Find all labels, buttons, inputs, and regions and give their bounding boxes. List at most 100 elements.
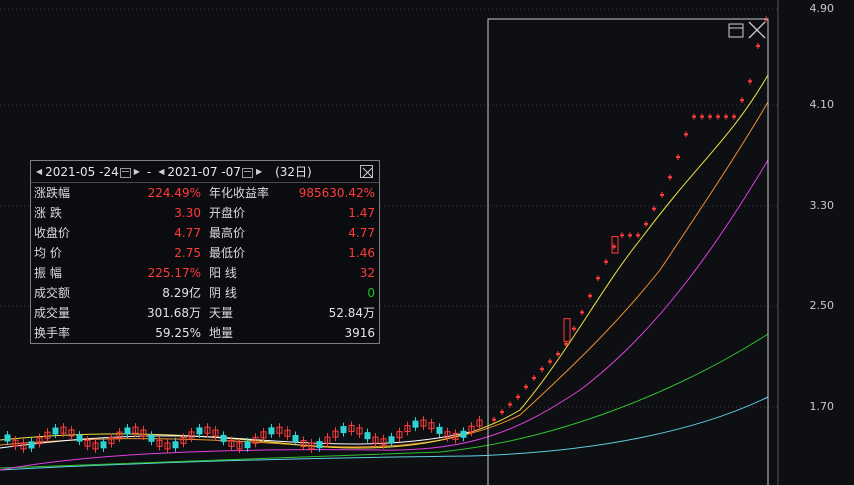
candle-body [756,44,760,47]
candle-body [580,311,584,314]
candle-body [500,411,504,414]
stat-value: 1.47 [348,206,375,220]
candle-body [636,234,640,237]
stat-label: 阴 线 [209,286,237,300]
interval-stats-panel: ◀ 2021-05 -24 ▶ - ◀ 2021-07 -07 ▶ (32日) … [30,160,380,344]
stat-label: 天量 [209,306,234,320]
candle-body [124,427,131,435]
interval-date-range: ◀ 2021-05 -24 ▶ - ◀ 2021-07 -07 ▶ (32日) [31,161,379,183]
candle-body [340,426,347,434]
stat-value: 32 [359,266,375,280]
stats-row: 均 价 2.75 最低价 1.46 [31,243,379,263]
candle-body [364,432,371,440]
candle-body [668,176,672,179]
window-restore-icon[interactable] [728,23,744,38]
stat-label: 最低价 [209,246,246,260]
candle-body [4,434,11,442]
candle-body [644,222,648,225]
stat-label: 换手率 [34,326,71,340]
stats-row: 收盘价 4.77 最高价 4.77 [31,223,379,243]
candle-body [412,420,419,428]
calendar-icon[interactable] [241,167,253,178]
candle-body [268,427,275,435]
stat-value: 0 [367,286,375,300]
stats-rows: 涨跌幅 224.49% 年化收益率 985630.42% 涨 跌 3.30 开盘价 1.47 收… [31,183,379,343]
stat-label: 成交额 [34,286,71,300]
candle-body [28,441,35,449]
stat-label: 年化收益率 [209,186,270,200]
stat-value: 3916 [344,326,375,340]
day-count: (32日) [275,165,312,179]
candle-body [436,426,443,434]
close-x-icon[interactable] [748,21,766,39]
candle-body [716,115,720,118]
candle-body [563,318,571,342]
candle-body [460,430,467,438]
stat-value: 8.29亿 [162,286,201,300]
start-date-field[interactable]: 2021-05 -24 [45,165,119,179]
stat-value: 2.75 [174,246,201,260]
price-tick-1-70: 1.70 [809,400,835,413]
candle-body [611,236,619,254]
stat-value: 4.77 [348,226,375,240]
candle-body [724,115,728,118]
stat-value: 985630.42% [298,186,375,200]
stat-value: 59.25% [155,326,201,340]
price-tick-2-50: 2.50 [809,299,835,312]
candle-body [52,427,59,435]
calendar-icon[interactable] [119,167,131,178]
candle-body [388,436,395,444]
candle-body [612,245,616,248]
candle-body [588,294,592,297]
candle-body [532,376,536,379]
candle-body [740,99,744,102]
end-date-field[interactable]: 2021-07 -07 [167,165,241,179]
candle-body [572,327,576,330]
candle-body [748,80,752,83]
stat-value: 52.84万 [328,306,375,320]
stats-row: 成交额 8.29亿阴 线 0 [31,283,379,303]
candle-body [220,434,227,442]
stats-row: 换手率 59.25% 地量 3916 [31,323,379,343]
candle-body [676,156,680,159]
candle-body [516,395,520,398]
candle-body [548,360,552,363]
candle-body [316,441,323,449]
price-tick-4-90: 4.90 [809,2,835,15]
start-date-next-icon[interactable]: ▶ [134,167,140,176]
stat-value: 3.30 [174,206,201,220]
candle-body [172,441,179,449]
candle-body [524,385,528,388]
stat-label: 最高价 [209,226,246,240]
stat-value: 4.77 [174,226,201,240]
candle-body [196,427,203,435]
stat-value: 224.49% [147,186,201,200]
candle-body [652,207,656,210]
candle-body [620,234,624,237]
candle-body [148,434,155,442]
stat-label: 均 价 [34,246,62,260]
candle-body [244,441,251,449]
stat-label: 开盘价 [209,206,246,220]
candle-body [700,115,704,118]
close-icon[interactable] [360,165,373,178]
candle-body [732,115,736,118]
candle-body [508,403,512,406]
candle-body [692,115,696,118]
stat-label: 阳 线 [209,266,237,280]
candle-body [292,435,299,443]
end-date-next-icon[interactable]: ▶ [256,167,262,176]
candle-body [684,133,688,136]
candle-body [556,352,560,355]
range-selection-box[interactable] [487,18,769,485]
stats-row: 涨跌幅 224.49% 年化收益率 985630.42% [31,183,379,203]
candle-body [660,193,664,196]
candle-body [492,418,496,421]
candle-body [100,441,107,449]
candle-body [708,115,712,118]
stat-label: 收盘价 [34,226,71,240]
date-separator: - [146,164,152,179]
start-date-prev-icon[interactable]: ◀ [36,167,42,176]
end-date-prev-icon[interactable]: ◀ [158,167,164,176]
candle-body [604,260,608,263]
